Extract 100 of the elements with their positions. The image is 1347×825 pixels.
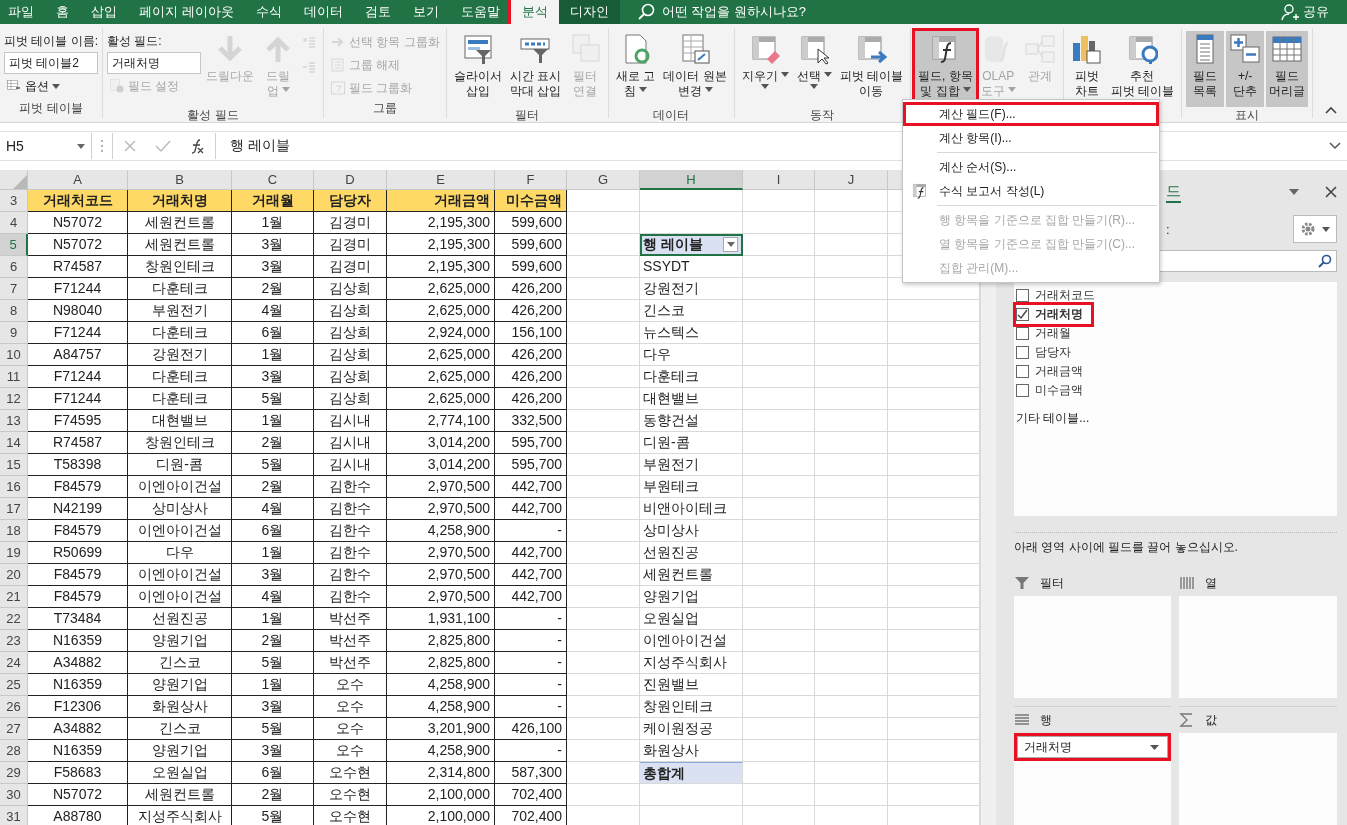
table-cell: 김한수 <box>314 476 387 498</box>
table-cell: 김시내 <box>314 410 387 432</box>
area-title: 값 <box>1205 711 1218 729</box>
table-cell: 세원컨트롤 <box>128 234 232 256</box>
column-heading-cell: 거래월 <box>232 190 314 212</box>
table-cell: N57072 <box>28 784 128 806</box>
table-cell: 2,195,300 <box>387 256 495 278</box>
table-cell: 3월 <box>232 256 314 278</box>
table-cell: 4,258,900 <box>387 520 495 542</box>
table-cell: 2,195,300 <box>387 234 495 256</box>
table-cell: 442,700 <box>495 542 567 564</box>
table-cell: 다훈테크 <box>128 322 232 344</box>
table-cell: 오수현 <box>314 784 387 806</box>
table-cell: 1월 <box>232 674 314 696</box>
column-heading-cell: 담당자 <box>314 190 387 212</box>
table-cell: 선원진공 <box>128 608 232 630</box>
table-cell: 1,931,100 <box>387 608 495 630</box>
table-cell: N98040 <box>28 300 128 322</box>
table-cell: - <box>495 652 567 674</box>
table-cell: A34882 <box>28 652 128 674</box>
table-cell: 2월 <box>232 278 314 300</box>
table-cell: 김시내 <box>314 432 387 454</box>
table-cell: 4,258,900 <box>387 674 495 696</box>
table-cell: 4월 <box>232 300 314 322</box>
table-cell: 2,970,500 <box>387 498 495 520</box>
group-label: 필터 <box>514 107 541 124</box>
table-cell: F74595 <box>28 410 128 432</box>
table-cell: 599,600 <box>495 256 567 278</box>
table-cell: 화원상사 <box>128 696 232 718</box>
table-cell: 599,600 <box>495 212 567 234</box>
table-cell: 2,625,000 <box>387 344 495 366</box>
table-cell: 5월 <box>232 388 314 410</box>
table-cell: 5월 <box>232 454 314 476</box>
table-cell: 디원-콤 <box>128 454 232 476</box>
area-title: 필터 <box>1039 574 1064 592</box>
group-label: 그룹 <box>371 100 398 117</box>
group-label: 데이터 <box>652 107 691 124</box>
table-cell: 3,014,200 <box>387 432 495 454</box>
table-cell: 김상희 <box>314 278 387 300</box>
table-cell: 창원인테크 <box>128 256 232 278</box>
table-cell: 이엔아이건설 <box>128 586 232 608</box>
grand-total-label: 총합계 <box>640 762 743 784</box>
table-cell: T58398 <box>28 454 128 476</box>
table-cell: 6월 <box>232 322 314 344</box>
table-cell: F84579 <box>28 520 128 542</box>
table-cell: 1월 <box>232 542 314 564</box>
table-cell: 442,700 <box>495 586 567 608</box>
table-cell: A34882 <box>28 718 128 740</box>
table-cell: 2,825,800 <box>387 630 495 652</box>
table-cell: F84579 <box>28 476 128 498</box>
table-cell: 김한수 <box>314 586 387 608</box>
table-cell: 1월 <box>232 344 314 366</box>
table-cell: 426,200 <box>495 388 567 410</box>
table-cell: N42199 <box>28 498 128 520</box>
table-cell: 3월 <box>232 696 314 718</box>
table-cell: 양원기업 <box>128 630 232 652</box>
table-cell: 김한수 <box>314 564 387 586</box>
table-cell: 3,201,900 <box>387 718 495 740</box>
table-cell: 2,625,000 <box>387 388 495 410</box>
table-cell: 4,258,900 <box>387 740 495 762</box>
table-cell: 이엔아이건설 <box>128 476 232 498</box>
table-cell: 2,924,000 <box>387 322 495 344</box>
table-cell: 김경미 <box>314 256 387 278</box>
table-cell: 5월 <box>232 652 314 674</box>
table-cell: 양원기업 <box>128 674 232 696</box>
table-cell: 김시내 <box>314 454 387 476</box>
table-cell: 702,400 <box>495 784 567 806</box>
table-cell: 426,200 <box>495 300 567 322</box>
table-cell: 상미상사 <box>128 498 232 520</box>
table-cell: 김상희 <box>314 388 387 410</box>
table-cell: 6월 <box>232 762 314 784</box>
table-cell: 김상희 <box>314 366 387 388</box>
group-label: 표시 <box>1234 107 1261 124</box>
table-cell: N57072 <box>28 234 128 256</box>
table-cell: F84579 <box>28 564 128 586</box>
table-cell: 2,625,000 <box>387 300 495 322</box>
table-cell: 2,314,800 <box>387 762 495 784</box>
table-cell: N16359 <box>28 674 128 696</box>
field-label: 피벗 테이블 이름: <box>4 33 98 50</box>
table-cell: 4,258,900 <box>387 696 495 718</box>
table-cell: 박선주 <box>314 652 387 674</box>
table-cell: 1월 <box>232 608 314 630</box>
table-cell: 이엔아이건설 <box>128 520 232 542</box>
table-cell: 2월 <box>232 476 314 498</box>
table-cell: 양원기업 <box>128 740 232 762</box>
area-title: 열 <box>1205 574 1218 592</box>
table-cell: 2,100,000 <box>387 784 495 806</box>
table-cell: 5월 <box>232 718 314 740</box>
table-cell: 426,100 <box>495 718 567 740</box>
table-cell: 다훈테크 <box>128 278 232 300</box>
table-cell: A88780 <box>28 806 128 825</box>
table-cell: 442,700 <box>495 476 567 498</box>
table-cell: 김상희 <box>314 300 387 322</box>
table-cell: 긴스코 <box>128 718 232 740</box>
table-cell: 지성주식회사 <box>128 806 232 825</box>
table-cell: 오원실업 <box>128 762 232 784</box>
table-cell: 426,200 <box>495 278 567 300</box>
table-cell: 442,700 <box>495 564 567 586</box>
table-cell: 오수 <box>314 740 387 762</box>
area-title: 행 <box>1039 711 1052 729</box>
